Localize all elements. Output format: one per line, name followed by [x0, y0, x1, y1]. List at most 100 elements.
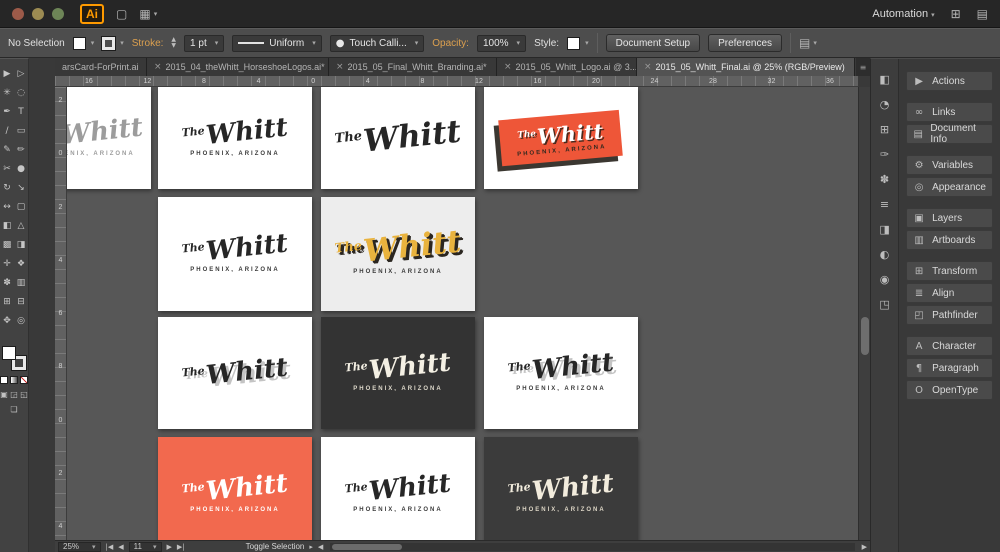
eyedropper-tool[interactable]: ✛ — [0, 254, 14, 273]
panel-button-align[interactable]: ≣ Align — [906, 283, 993, 303]
color-guide-panel-icon[interactable]: ◔ — [880, 98, 890, 111]
scroll-right-button[interactable]: ▶ — [862, 543, 867, 551]
none-button[interactable] — [20, 376, 28, 384]
brushes-panel-icon[interactable]: ✑ — [880, 148, 889, 161]
artboard[interactable]: TheWhitt PHOENIX, ARIZONA — [158, 197, 312, 311]
stroke-panel-icon[interactable]: ≡ — [880, 198, 889, 211]
vertical-scrollbar[interactable] — [858, 87, 870, 540]
draw-normal-icon[interactable]: ▣ — [0, 390, 8, 399]
artboard[interactable]: TheWhitt PHOENIX, ARIZONA — [321, 317, 475, 429]
fill-color-control[interactable]: ▾ — [72, 36, 94, 50]
symbols-panel-icon[interactable]: ✽ — [880, 173, 889, 186]
shape-builder-tool[interactable]: ◧ — [0, 216, 14, 235]
artboard-tool[interactable]: ⊞ — [0, 292, 14, 311]
color-button[interactable] — [0, 376, 8, 384]
stroke-swatch[interactable] — [101, 35, 117, 51]
draw-inside-icon[interactable]: ◱ — [20, 390, 28, 399]
horizontal-scrollbar-thumb[interactable] — [332, 543, 403, 550]
fill-stroke-widget[interactable] — [2, 346, 27, 371]
horizontal-scrollbar[interactable] — [330, 542, 855, 551]
bridge-icon[interactable]: ⊞ — [951, 7, 961, 21]
tab-document-1[interactable]: arsCard-ForPrint.ai — [55, 58, 147, 76]
blob-brush-tool[interactable]: ● — [14, 159, 28, 178]
artboard[interactable]: TheWhitt PHOENIX, ARIZONA — [484, 317, 638, 429]
pen-tool[interactable]: ✒ — [0, 102, 14, 121]
color-panel-icon[interactable]: ◧ — [879, 73, 889, 86]
transparency-panel-icon[interactable]: ◐ — [880, 248, 890, 261]
free-transform-tool[interactable]: ▢ — [14, 197, 28, 216]
tab-document-2[interactable]: × 2015_04_theWhitt_HorseshoeLogos.ai* — [147, 58, 329, 76]
minimize-window-button[interactable] — [32, 7, 44, 20]
panel-button-pathfinder[interactable]: ◰ Pathfinder — [906, 305, 993, 325]
close-tab-icon[interactable]: × — [154, 62, 162, 72]
screen-mode-button[interactable]: ❏ — [0, 405, 28, 414]
selection-tool[interactable]: ▶ — [0, 64, 14, 83]
brush-definition-select[interactable]: ● Touch Calli... ▾ — [329, 34, 425, 52]
panel-button-layers[interactable]: ▣ Layers — [906, 208, 993, 228]
arrange-documents-icon[interactable]: ▦ ▾ — [139, 7, 157, 21]
style-select[interactable]: ▾ — [567, 36, 589, 50]
align-options-control[interactable]: ▤ ▾ — [799, 36, 817, 50]
status-menu-arrow-icon[interactable]: ▸ — [309, 543, 313, 551]
line-tool[interactable]: ∕ — [0, 121, 14, 140]
fill-swatch[interactable] — [72, 36, 86, 50]
first-artboard-button[interactable]: |◀ — [106, 543, 114, 551]
panel-button-artboards[interactable]: ▥ Artboards — [906, 230, 993, 250]
opacity-link[interactable]: Opacity: — [432, 38, 469, 49]
stack-icon[interactable]: ▤ — [977, 7, 988, 21]
draw-behind-icon[interactable]: ◲ — [10, 390, 18, 399]
rotate-tool[interactable]: ↻ — [0, 178, 14, 197]
rectangle-tool[interactable]: ▭ — [14, 121, 28, 140]
scroll-left-button[interactable]: ◀ — [318, 543, 323, 551]
pencil-tool[interactable]: ✏ — [14, 140, 28, 159]
direct-selection-tool[interactable]: ▷ — [14, 64, 28, 83]
column-graph-tool[interactable]: ▥ — [14, 273, 28, 292]
appearance-panel-icon[interactable]: ◉ — [880, 273, 890, 286]
panel-button-paragraph[interactable]: ¶ Paragraph — [906, 358, 993, 378]
panel-button-opentype[interactable]: O OpenType — [906, 380, 993, 400]
workspace-switcher[interactable]: Automation ▾ — [872, 8, 934, 20]
type-tool[interactable]: T — [14, 102, 28, 121]
gradient-panel-icon[interactable]: ◨ — [879, 223, 889, 236]
horizontal-ruler[interactable]: 16 12 84 04 8 12 16 20 24 28 32 36 — [55, 76, 858, 87]
symbol-sprayer-tool[interactable]: ✽ — [0, 273, 14, 292]
navigator-panel-icon[interactable]: ◳ — [879, 298, 889, 311]
preferences-button[interactable]: Preferences — [708, 34, 783, 52]
perspective-grid-tool[interactable]: △ — [14, 216, 28, 235]
tab-document-active[interactable]: × 2015_05_Whitt_Final.ai @ 25% (RGB/Prev… — [637, 58, 855, 76]
lasso-tool[interactable]: ◌ — [14, 83, 28, 102]
close-window-button[interactable] — [12, 7, 24, 20]
close-tab-icon[interactable]: × — [504, 62, 512, 72]
next-artboard-button[interactable]: ▶ — [167, 543, 172, 551]
magic-wand-tool[interactable]: ✳ — [0, 83, 14, 102]
blend-tool[interactable]: ❖ — [14, 254, 28, 273]
zoom-level-select[interactable]: 25% ▾ — [58, 541, 101, 552]
panel-button-appearance[interactable]: ◎ Appearance — [906, 177, 993, 197]
last-artboard-button[interactable]: ▶| — [177, 543, 185, 551]
artboard-navigation-select[interactable]: 11 ▾ — [128, 541, 162, 552]
swatches-panel-icon[interactable]: ⊞ — [880, 123, 889, 136]
tab-document-4[interactable]: × 2015_05_Whitt_Logo.ai @ 3... — [497, 58, 637, 76]
panel-button-character[interactable]: A Character — [906, 336, 993, 356]
mesh-tool[interactable]: ▩ — [0, 235, 14, 254]
panel-button-transform[interactable]: ⊞ Transform — [906, 261, 993, 281]
artboard[interactable]: TheWhitt PHOENIX, ARIZONA — [484, 87, 638, 189]
panel-button-actions[interactable]: ▶ Actions — [906, 71, 993, 91]
stroke-weight-select[interactable]: 1 pt ▾ — [184, 34, 225, 52]
close-tab-icon[interactable]: × — [644, 62, 652, 72]
canvas[interactable]: TheWhitt PHOENIX, ARIZONA TheWhitt PHOEN… — [67, 87, 858, 540]
width-tool[interactable]: ↔ — [0, 197, 14, 216]
gradient-button[interactable] — [10, 376, 18, 384]
stroke-link[interactable]: Stroke: — [132, 38, 164, 49]
fill-swatch[interactable] — [2, 346, 16, 360]
document-icon[interactable]: ▢ — [116, 7, 127, 21]
vertical-scrollbar-thumb[interactable] — [861, 317, 869, 355]
scale-tool[interactable]: ↘ — [14, 178, 28, 197]
zoom-window-button[interactable] — [52, 7, 64, 20]
close-tab-icon[interactable]: × — [336, 62, 344, 72]
artboard[interactable]: TheWhitt PHOENIX, ARIZONA — [321, 437, 475, 540]
artboard[interactable]: TheWhitt — [158, 317, 312, 429]
tab-bar-menu-icon[interactable]: ≡ — [856, 58, 870, 76]
previous-artboard-button[interactable]: ◀ — [118, 543, 123, 551]
artboard[interactable]: TheWhitt PHOENIX, ARIZONA — [321, 197, 475, 311]
